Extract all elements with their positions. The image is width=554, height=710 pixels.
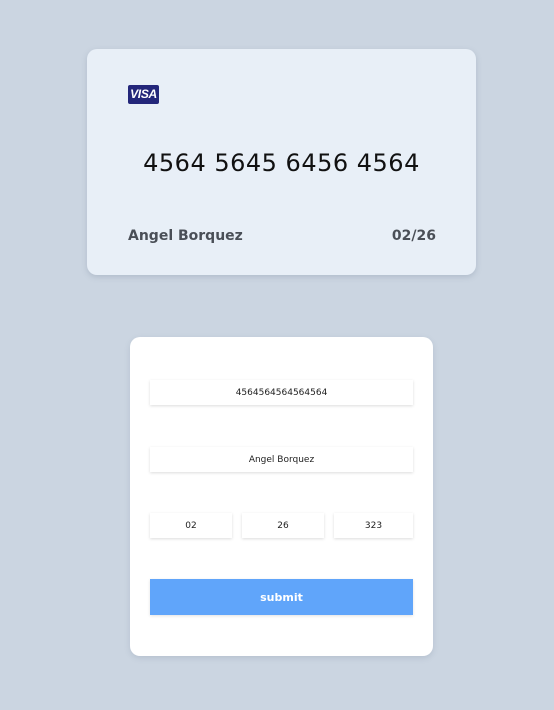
card-number-display: 4564 5645 6456 4564 <box>143 149 420 177</box>
card-number-input[interactable] <box>150 380 413 405</box>
visa-logo-icon: VISA <box>128 85 159 104</box>
card-holder-display: Angel Borquez <box>128 228 243 244</box>
card-holder-input[interactable] <box>150 447 413 472</box>
card-expiry-display: 02/26 <box>391 228 436 244</box>
expiry-month-input[interactable] <box>150 513 232 538</box>
payment-form: submit <box>130 337 433 656</box>
cvv-input[interactable] <box>334 513 413 538</box>
expiry-year-input[interactable] <box>242 513 324 538</box>
submit-button[interactable]: submit <box>150 579 413 615</box>
credit-card-preview: VISA 4564 5645 6456 4564 Angel Borquez 0… <box>87 49 476 275</box>
